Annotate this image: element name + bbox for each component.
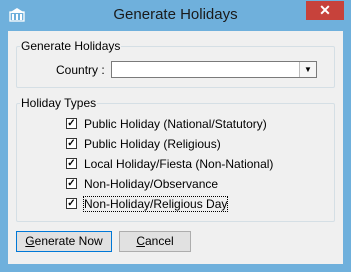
- checkbox-box[interactable]: ✓: [66, 158, 77, 169]
- group-legend-generate: Generate Holidays: [21, 39, 121, 53]
- checkbox-box[interactable]: ✓: [66, 138, 77, 149]
- window-title: Generate Holidays: [113, 6, 238, 23]
- country-label: Country :: [56, 63, 105, 77]
- checkbox-label: Public Holiday (National/Statutory): [84, 117, 267, 131]
- title-bar[interactable]: Generate Holidays ✕: [0, 0, 351, 31]
- checkbox-label: Public Holiday (Religious): [84, 137, 221, 151]
- cancel-button[interactable]: Cancel: [119, 231, 191, 252]
- checkbox-box[interactable]: ✓: [66, 118, 77, 129]
- chevron-down-icon[interactable]: ▼: [299, 62, 316, 77]
- mnemonic-c: C: [136, 234, 145, 248]
- dialog-window: Generate Holidays ✕ Generate Holidays Co…: [0, 0, 351, 272]
- mnemonic-g: G: [25, 234, 35, 248]
- close-button[interactable]: ✕: [306, 1, 344, 20]
- checkbox-label: Non-Holiday/Observance: [84, 177, 219, 191]
- country-combobox[interactable]: ▼: [111, 61, 317, 78]
- dialog-client-area: Generate Holidays Country : ▼ Holiday Ty…: [8, 31, 343, 264]
- checkbox-label: Local Holiday/Fiesta (Non-National): [84, 157, 274, 171]
- generate-label: enerate Now: [34, 234, 103, 248]
- cancel-label: ancel: [144, 234, 174, 248]
- checkbox-box[interactable]: ✓: [66, 178, 77, 189]
- checkbox-box[interactable]: ✓: [66, 198, 77, 209]
- generate-now-button[interactable]: Generate Now: [16, 231, 112, 252]
- checkbox-label: Non-Holiday/Religious Day: [82, 196, 229, 212]
- group-legend-types: Holiday Types: [21, 96, 97, 110]
- close-icon: ✕: [319, 2, 331, 18]
